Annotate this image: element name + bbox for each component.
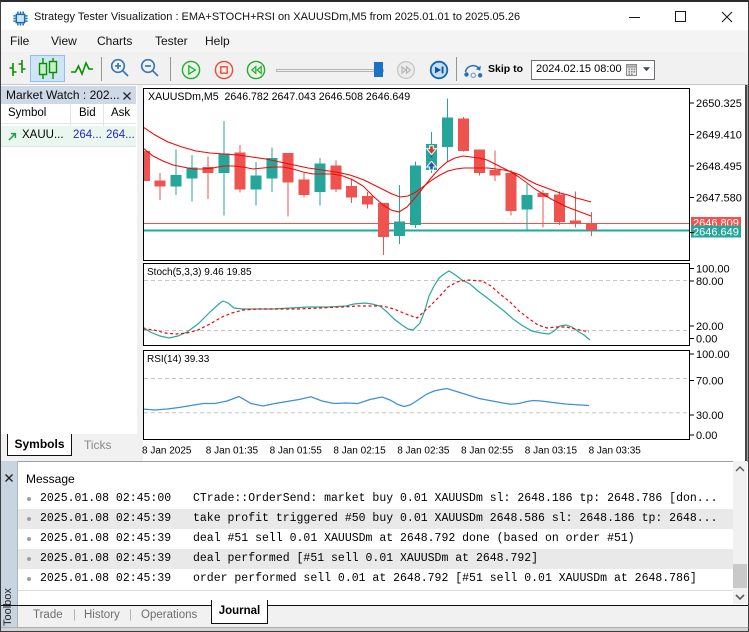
svg-text:RSI(14) 39.33: RSI(14) 39.33 <box>147 354 210 365</box>
svg-text:8 Jan 02:35: 8 Jan 02:35 <box>397 446 450 457</box>
svg-text:8 Jan 03:35: 8 Jan 03:35 <box>589 446 642 457</box>
svg-text:2648.495: 2648.495 <box>696 161 742 173</box>
svg-text:2646.649: 2646.649 <box>693 227 739 239</box>
svg-text:2650.325: 2650.325 <box>696 98 742 110</box>
svg-text:8 Jan 02:55: 8 Jan 02:55 <box>461 446 514 457</box>
svg-text:30.00: 30.00 <box>696 410 724 422</box>
svg-text:XAUUSDm,M5 2646.782 2647.043: XAUUSDm,M5 2646.782 2647.043 2646.508 26… <box>148 91 410 103</box>
svg-text:100.00: 100.00 <box>696 264 730 276</box>
svg-text:0.00: 0.00 <box>696 430 717 442</box>
svg-text:Stoch(5,3,3) 9.46 19.85: Stoch(5,3,3) 9.46 19.85 <box>147 267 252 278</box>
svg-text:80.00: 80.00 <box>696 276 724 288</box>
svg-text:0.00: 0.00 <box>696 334 717 346</box>
svg-text:70.00: 70.00 <box>696 376 724 388</box>
svg-text:8 Jan 01:55: 8 Jan 01:55 <box>270 446 323 457</box>
svg-text:20.00: 20.00 <box>696 321 724 333</box>
svg-text:2649.410: 2649.410 <box>696 130 742 142</box>
svg-text:8 Jan 2025: 8 Jan 2025 <box>142 446 192 457</box>
svg-text:100.00: 100.00 <box>696 349 730 361</box>
svg-text:8 Jan 03:15: 8 Jan 03:15 <box>525 446 578 457</box>
svg-text:8 Jan 01:35: 8 Jan 01:35 <box>206 446 259 457</box>
svg-text:2647.580: 2647.580 <box>696 193 742 205</box>
svg-text:8 Jan 02:15: 8 Jan 02:15 <box>333 446 386 457</box>
